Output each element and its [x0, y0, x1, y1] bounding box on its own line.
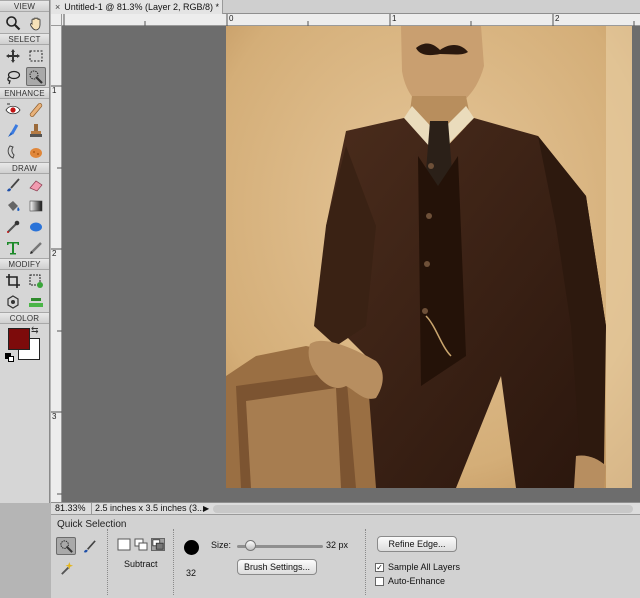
- document-tab-bar: × Untitled-1 @ 81.3% (Layer 2, RGB/8) *: [51, 0, 640, 14]
- document-size-info: 2.5 inches x 3.5 inches (3...: [91, 503, 231, 514]
- refine-edge-button[interactable]: Refine Edge...: [377, 536, 457, 552]
- document-tab[interactable]: × Untitled-1 @ 81.3% (Layer 2, RGB/8) *: [51, 0, 223, 14]
- size-label: Size:: [211, 540, 232, 550]
- foreground-color-swatch[interactable]: [8, 328, 30, 350]
- add-to-selection-mode-icon[interactable]: [134, 538, 148, 551]
- default-colors-icon[interactable]: [5, 353, 15, 363]
- sample-all-layers-option[interactable]: ✓ Sample All Layers: [375, 562, 460, 572]
- ruler-top-label: 0: [229, 14, 234, 23]
- gradient-icon[interactable]: [26, 196, 46, 215]
- red-eye-icon[interactable]: [3, 100, 23, 119]
- tool-options-title: Quick Selection: [57, 519, 127, 530]
- sample-all-layers-label: Sample All Layers: [388, 562, 461, 572]
- options-divider: [173, 529, 174, 595]
- zoom-icon[interactable]: [3, 13, 23, 32]
- toolbox-color-header: COLOR: [0, 312, 49, 324]
- zoom-level[interactable]: 81.33%: [55, 503, 86, 514]
- straighten-icon[interactable]: [26, 292, 46, 311]
- toolbox-select-header: SELECT: [0, 33, 49, 45]
- sample-all-layers-checkbox[interactable]: ✓: [375, 562, 384, 572]
- document-canvas-photo[interactable]: [226, 26, 632, 488]
- brush-icon[interactable]: [3, 175, 23, 194]
- content-aware-move-icon[interactable]: [3, 292, 23, 311]
- close-tab-icon[interactable]: ×: [55, 2, 60, 12]
- toolbox: VIEW SELECT ENHANCE DRAW MODIFY COLOR ⇆: [0, 0, 50, 503]
- toolbox-modify-header: MODIFY: [0, 258, 49, 270]
- brush-preview-size: 32: [186, 568, 197, 578]
- crop-icon[interactable]: [3, 271, 23, 290]
- subtract-from-selection-mode-icon[interactable]: [151, 538, 165, 551]
- ruler-horizontal: 0 1 2: [62, 14, 640, 26]
- ruler-vertical: 1 2 3: [51, 26, 62, 502]
- recompose-icon[interactable]: [26, 271, 46, 290]
- ruler-corner: [51, 14, 62, 26]
- auto-enhance-label: Auto-Enhance: [388, 576, 446, 586]
- new-selection-mode-icon[interactable]: [117, 538, 131, 551]
- tool-options-bar: Quick Selection Subtract 32 Size: 32 px …: [51, 514, 640, 598]
- move-icon[interactable]: [3, 46, 23, 65]
- toolbox-draw-header: DRAW: [0, 162, 49, 174]
- horizontal-scrollbar[interactable]: [213, 505, 633, 513]
- pencil-icon[interactable]: [26, 238, 46, 257]
- selection-mode-label: Subtract: [124, 559, 158, 569]
- ruler-top-label: 1: [392, 14, 397, 23]
- smart-brush-icon[interactable]: [3, 121, 23, 140]
- status-bar: 81.33% 2.5 inches x 3.5 inches (3... ▶: [51, 502, 640, 514]
- hand-icon[interactable]: [26, 13, 46, 32]
- document-tab-title: Untitled-1 @ 81.3% (Layer 2, RGB/8) *: [64, 2, 219, 12]
- ruler-left-label: 3: [52, 412, 57, 421]
- swap-colors-icon[interactable]: ⇆: [31, 325, 39, 336]
- size-slider-thumb[interactable]: [245, 540, 257, 551]
- auto-enhance-checkbox[interactable]: [375, 576, 384, 586]
- magic-wand-tool-option-icon[interactable]: [56, 559, 76, 577]
- eyedropper-icon[interactable]: [3, 217, 23, 236]
- selection-brush-tool-option-icon[interactable]: [79, 537, 99, 555]
- type-icon[interactable]: [3, 238, 23, 257]
- quick-selection-icon[interactable]: [25, 67, 46, 86]
- clone-stamp-icon[interactable]: [26, 121, 46, 140]
- ruler-left-label: 2: [52, 249, 57, 258]
- brush-settings-button[interactable]: Brush Settings...: [237, 559, 317, 575]
- size-value[interactable]: 32 px: [326, 540, 348, 550]
- ruler-left-label: 1: [52, 86, 57, 95]
- brush-preview-icon[interactable]: [184, 540, 199, 555]
- lasso-icon[interactable]: [3, 67, 23, 86]
- sponge-icon[interactable]: [26, 142, 46, 161]
- color-swatches: ⇆: [0, 324, 49, 370]
- toolbox-enhance-header: ENHANCE: [0, 87, 49, 99]
- options-divider: [365, 529, 366, 595]
- marquee-icon[interactable]: [26, 46, 46, 65]
- options-divider: [107, 529, 108, 595]
- status-menu-arrow-icon[interactable]: ▶: [203, 503, 209, 514]
- shape-icon[interactable]: [26, 217, 46, 236]
- blur-icon[interactable]: [3, 142, 23, 161]
- toolbox-view-header: VIEW: [0, 0, 49, 12]
- spot-healing-icon[interactable]: [26, 100, 46, 119]
- ruler-top-label: 2: [555, 14, 560, 23]
- photoshop-elements-window: VIEW SELECT ENHANCE DRAW MODIFY COLOR ⇆ …: [0, 0, 640, 598]
- paint-bucket-icon[interactable]: [3, 196, 23, 215]
- auto-enhance-option[interactable]: Auto-Enhance: [375, 576, 445, 586]
- quick-selection-tool-option-icon[interactable]: [56, 537, 76, 555]
- eraser-icon[interactable]: [26, 175, 46, 194]
